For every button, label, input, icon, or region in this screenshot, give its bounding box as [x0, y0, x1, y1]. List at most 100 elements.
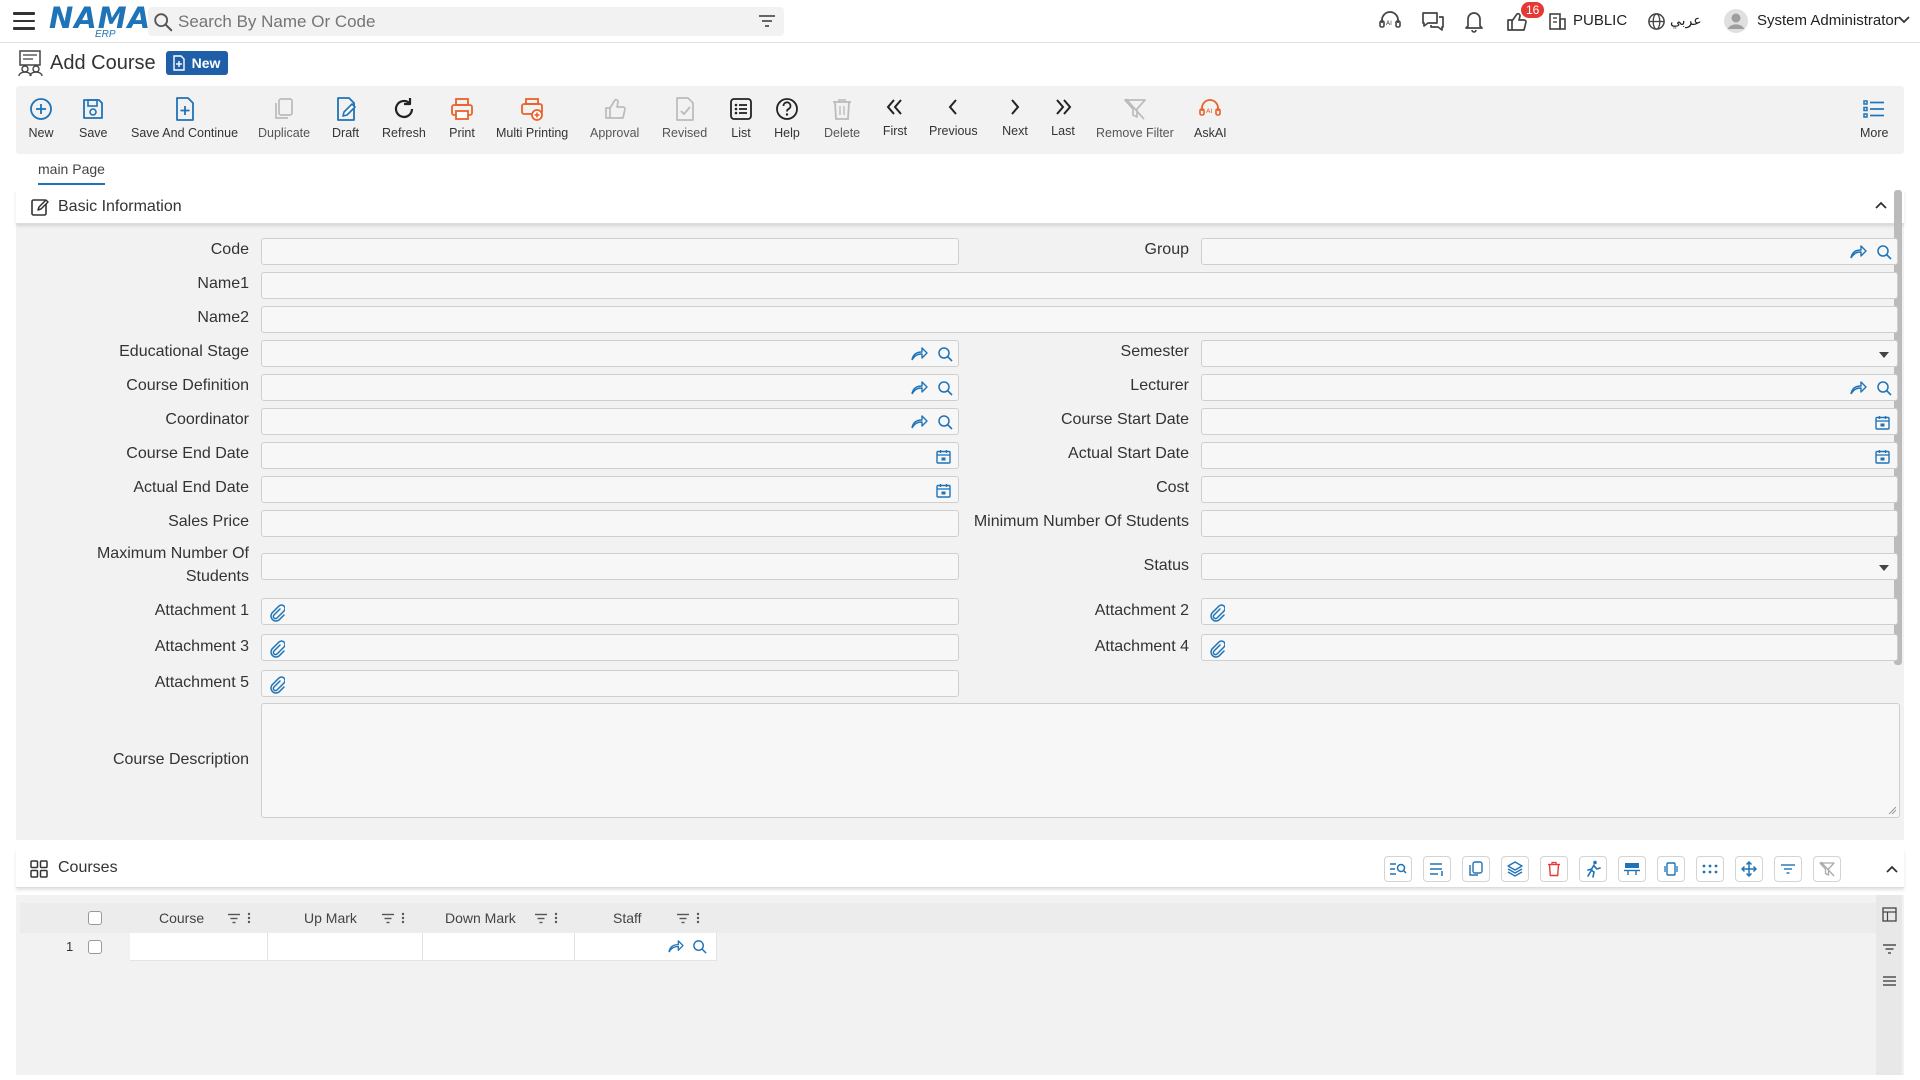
delete-button[interactable]: Delete: [824, 96, 860, 140]
grid-search-button[interactable]: [1384, 856, 1412, 882]
app-logo[interactable]: NAMA ERP: [49, 4, 151, 41]
row-checkbox[interactable]: [88, 940, 102, 954]
cell-down-mark[interactable]: [423, 933, 575, 961]
grid-insert-row-button[interactable]: [1618, 856, 1646, 882]
print-button[interactable]: Print: [449, 96, 475, 140]
maximum-students-field[interactable]: [261, 553, 959, 580]
first-button[interactable]: First: [882, 94, 908, 138]
open-link-icon[interactable]: [1849, 380, 1867, 396]
attachment-1-field[interactable]: [261, 598, 959, 625]
list-button[interactable]: List: [728, 96, 754, 140]
column-header-down-mark[interactable]: Down Mark: [445, 910, 516, 926]
column-filter-icon[interactable]: [381, 913, 395, 924]
resize-grip-icon[interactable]: [1888, 806, 1897, 815]
minimum-students-input[interactable]: [1202, 511, 1897, 536]
tab-main-page[interactable]: main Page: [38, 161, 105, 185]
bell-icon[interactable]: [1463, 9, 1485, 33]
course-end-date-field[interactable]: [261, 442, 959, 469]
globe-icon[interactable]: [1647, 12, 1666, 31]
save-button[interactable]: Save: [79, 96, 108, 140]
actual-end-date-field[interactable]: [261, 476, 959, 503]
lookup-search-icon[interactable]: [692, 939, 708, 955]
open-link-icon[interactable]: [1849, 244, 1867, 260]
search-filter-icon[interactable]: [758, 13, 776, 29]
table-row[interactable]: 1: [20, 933, 1876, 961]
cell-course[interactable]: [130, 933, 268, 961]
refresh-button[interactable]: Refresh: [382, 96, 426, 140]
semester-select[interactable]: [1201, 340, 1898, 367]
grid-run-button[interactable]: [1579, 856, 1607, 882]
paperclip-icon[interactable]: [1209, 604, 1225, 622]
column-menu-icon[interactable]: [696, 912, 700, 924]
user-avatar-icon[interactable]: [1723, 8, 1749, 34]
revised-button[interactable]: Revised: [662, 96, 707, 140]
column-header-up-mark[interactable]: Up Mark: [304, 910, 357, 926]
new-button[interactable]: New: [28, 96, 54, 140]
language-toggle[interactable]: عربي: [1670, 12, 1702, 29]
draft-button[interactable]: Draft: [332, 96, 359, 140]
chevron-up-icon[interactable]: [1874, 200, 1888, 210]
group-field[interactable]: [1201, 238, 1898, 265]
educational-stage-field[interactable]: [261, 340, 959, 367]
grid-fit-columns-button[interactable]: [1657, 856, 1685, 882]
column-filter-icon[interactable]: [227, 913, 241, 924]
minimum-students-field[interactable]: [1201, 510, 1898, 537]
ai-support-icon[interactable]: AI: [1378, 9, 1402, 33]
columns-panel-icon[interactable]: [1882, 907, 1897, 922]
name2-input[interactable]: [262, 307, 1897, 332]
calendar-icon[interactable]: [1875, 415, 1890, 430]
grid-copy-button[interactable]: [1462, 856, 1490, 882]
chevron-down-icon[interactable]: [1898, 15, 1910, 25]
paperclip-icon[interactable]: [269, 604, 285, 622]
column-filter-icon[interactable]: [676, 913, 690, 924]
column-filter-icon[interactable]: [534, 913, 548, 924]
remove-filter-button[interactable]: Remove Filter: [1096, 96, 1174, 140]
status-select[interactable]: [1201, 553, 1898, 580]
attachment-3-field[interactable]: [261, 634, 959, 661]
column-header-course[interactable]: Course: [159, 910, 204, 926]
lecturer-field[interactable]: [1201, 374, 1898, 401]
name1-input[interactable]: [262, 273, 1897, 298]
attachment-4-field[interactable]: [1201, 634, 1898, 661]
dropdown-caret-icon[interactable]: [1879, 352, 1889, 358]
chevron-up-icon[interactable]: [1885, 864, 1899, 874]
paperclip-icon[interactable]: [1209, 640, 1225, 658]
cell-staff[interactable]: [575, 933, 717, 961]
user-name[interactable]: System Administrator: [1757, 12, 1899, 29]
grid-dots-button[interactable]: [1696, 856, 1724, 882]
search-input[interactable]: [178, 11, 738, 32]
next-button[interactable]: Next: [1002, 94, 1028, 138]
cost-input[interactable]: [1202, 477, 1897, 502]
dropdown-caret-icon[interactable]: [1879, 565, 1889, 571]
attachment-5-field[interactable]: [261, 670, 959, 697]
basic-information-header[interactable]: Basic Information: [16, 190, 1904, 224]
multi-printing-button[interactable]: Multi Printing: [496, 96, 568, 140]
calendar-icon[interactable]: [1875, 449, 1890, 464]
lookup-search-icon[interactable]: [1876, 380, 1893, 397]
menu-hamburger-icon[interactable]: [13, 12, 35, 30]
lookup-search-icon[interactable]: [1876, 244, 1893, 261]
column-header-staff[interactable]: Staff: [613, 910, 642, 926]
maximum-students-input[interactable]: [262, 554, 958, 579]
cell-up-mark[interactable]: [268, 933, 423, 961]
name2-field[interactable]: [261, 306, 1898, 333]
grid-remove-filter-button[interactable]: [1813, 856, 1841, 882]
approval-button[interactable]: Approval: [590, 96, 639, 140]
sales-price-input[interactable]: [262, 511, 958, 536]
select-all-checkbox[interactable]: [88, 911, 102, 925]
course-definition-field[interactable]: [261, 374, 959, 401]
previous-button[interactable]: Previous: [929, 94, 978, 138]
attachment-2-field[interactable]: [1201, 598, 1898, 625]
name1-field[interactable]: [261, 272, 1898, 299]
grid-move-button[interactable]: [1735, 856, 1763, 882]
code-input[interactable]: [262, 239, 958, 264]
open-link-icon[interactable]: [667, 939, 684, 954]
actual-start-date-field[interactable]: [1201, 442, 1898, 469]
last-button[interactable]: Last: [1050, 94, 1076, 138]
help-button[interactable]: Help: [774, 96, 800, 140]
column-menu-icon[interactable]: [554, 912, 558, 924]
column-menu-icon[interactable]: [401, 912, 405, 924]
chat-icon[interactable]: [1420, 9, 1446, 33]
sales-price-field[interactable]: [261, 510, 959, 537]
branch-label[interactable]: PUBLIC: [1573, 12, 1627, 29]
